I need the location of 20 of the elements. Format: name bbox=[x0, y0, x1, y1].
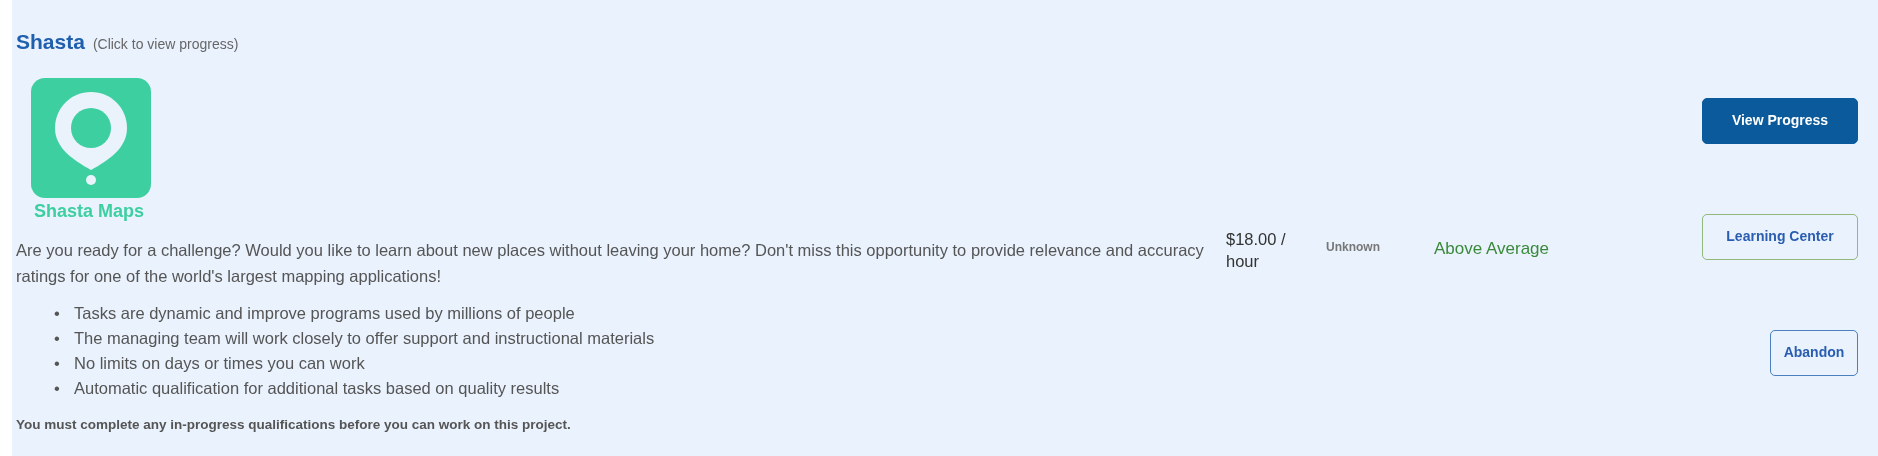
bullet-item: The managing team will work closely to offer support and instructional materials bbox=[74, 327, 655, 349]
pay-rate: $18.00 / hour bbox=[1226, 228, 1287, 272]
bullet-marker: • bbox=[54, 352, 61, 374]
map-pin-logo-icon bbox=[31, 77, 151, 198]
logo-caption: Shasta Maps bbox=[34, 199, 145, 223]
bullet-marker: • bbox=[54, 302, 61, 324]
bullet-item: Automatic qualification for additional tasks based on quality results bbox=[74, 377, 560, 399]
action-button[interactable]: Abandon bbox=[1770, 329, 1858, 376]
status-text: Unknown bbox=[1326, 238, 1381, 256]
project-title[interactable]: Shasta bbox=[16, 30, 85, 53]
bullet-item: Tasks are dynamic and improve programs used by millions of people bbox=[74, 302, 575, 324]
action-button[interactable]: Learning Center bbox=[1702, 213, 1858, 260]
rating-text: Above Average bbox=[1434, 237, 1549, 260]
bullet-marker: • bbox=[54, 377, 61, 399]
project-description: Are you ready for a challenge? Would you like to learn about new places without leaving your home? Don't miss this opportunity to provide relevance and accuracy ratings for one of the world's largest mapping applications! bbox=[16, 239, 1205, 287]
action-button[interactable]: View Progress bbox=[1702, 97, 1858, 144]
bullet-item: No limits on days or times you can work bbox=[74, 352, 365, 374]
bullet-marker: • bbox=[54, 327, 61, 349]
qualification-note: You must complete any in-progress qualifications before you can work on this project. bbox=[16, 415, 572, 434]
view-progress-hint: (Click to view progress) bbox=[92, 36, 239, 52]
